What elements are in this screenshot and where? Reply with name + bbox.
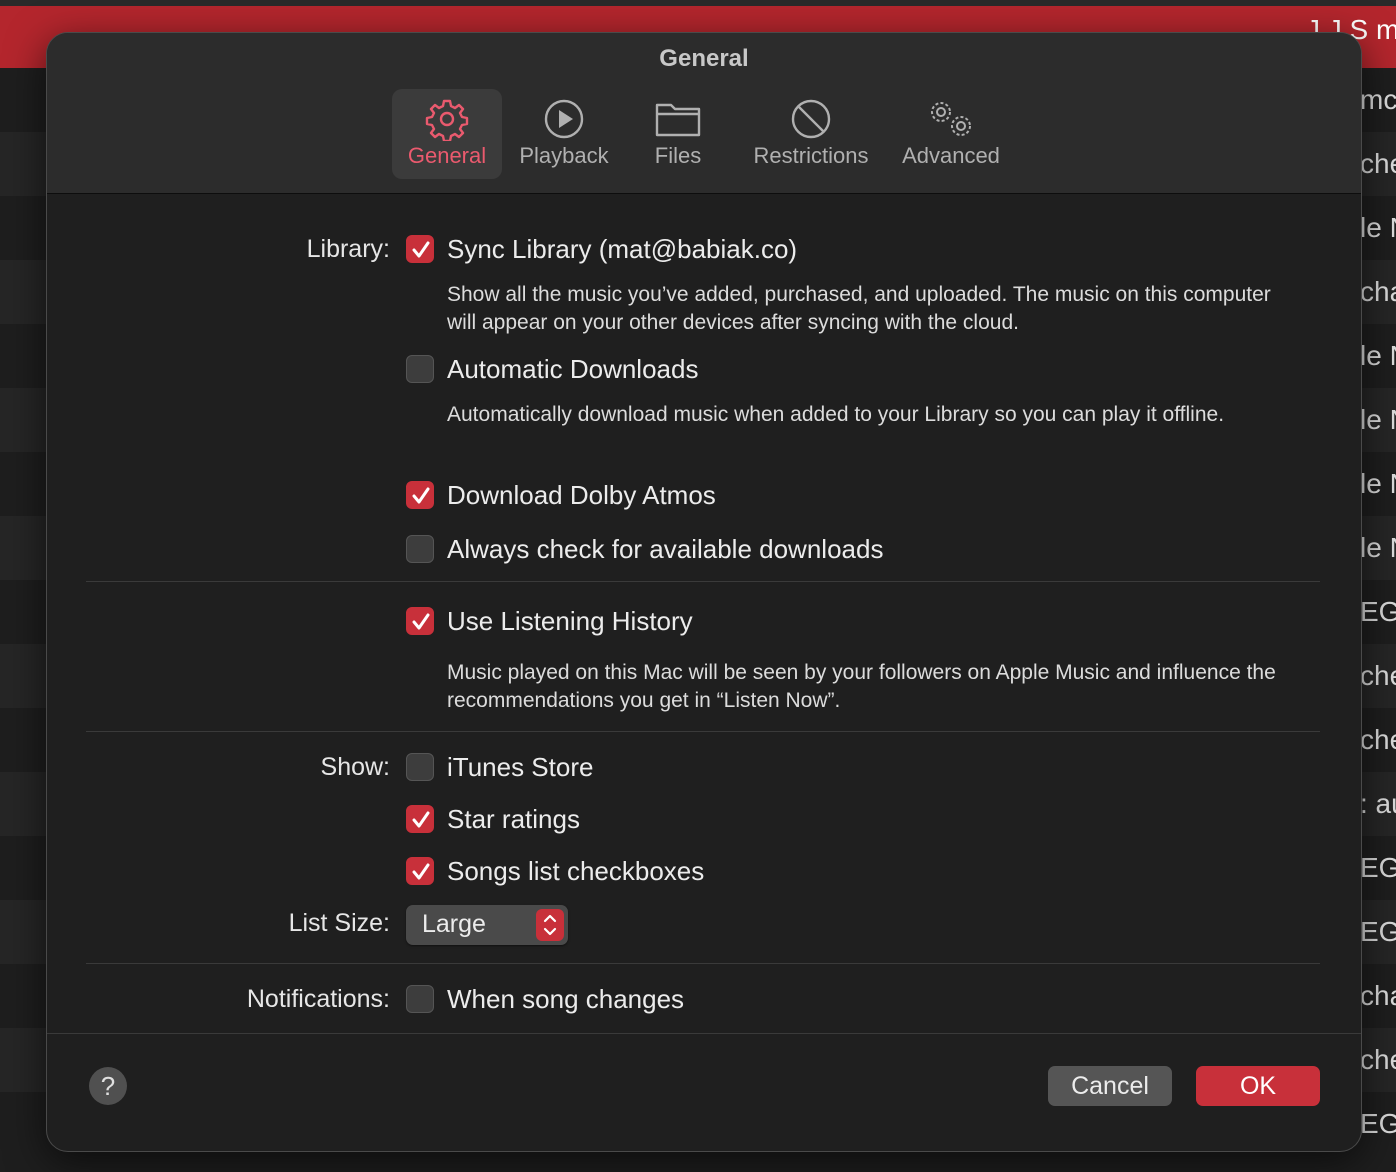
tab-playback[interactable]: Playback bbox=[509, 89, 619, 179]
tab-advanced-label: Advanced bbox=[902, 143, 1000, 168]
automatic-downloads-checkbox[interactable] bbox=[406, 355, 434, 383]
chevron-up-down-icon bbox=[536, 909, 564, 941]
list-size-popup[interactable]: Large bbox=[406, 905, 568, 945]
tab-files[interactable]: Files bbox=[633, 89, 723, 179]
background-row-text: cha bbox=[1360, 980, 1396, 1011]
tab-playback-label: Playback bbox=[519, 143, 609, 168]
help-button[interactable]: ? bbox=[89, 1067, 127, 1105]
notifications-label: Notifications: bbox=[246, 985, 390, 1013]
song-changes-label[interactable]: When song changes bbox=[447, 984, 684, 1015]
separator bbox=[86, 963, 1320, 964]
automatic-downloads-description: Automatically download music when added … bbox=[447, 403, 1225, 426]
itunes-store-checkbox[interactable] bbox=[406, 753, 434, 781]
background-row-text: : au bbox=[1360, 788, 1396, 819]
dolby-atmos-label[interactable]: Download Dolby Atmos bbox=[447, 480, 716, 511]
window-title: General bbox=[659, 45, 749, 72]
songs-list-checkboxes-checkbox[interactable] bbox=[406, 857, 434, 885]
background-row-text: EG . bbox=[1360, 596, 1396, 627]
folder-icon bbox=[654, 97, 702, 146]
separator bbox=[86, 731, 1320, 732]
restricted-icon bbox=[789, 97, 833, 146]
star-ratings-label[interactable]: Star ratings bbox=[447, 804, 580, 835]
listening-history-description: Music played on this Mac will be seen by… bbox=[447, 661, 1276, 712]
background-row-text: le N bbox=[1360, 468, 1396, 499]
tab-general-label: General bbox=[407, 143, 487, 168]
always-check-downloads-checkbox[interactable] bbox=[406, 535, 434, 563]
cancel-button[interactable]: Cancel bbox=[1048, 1066, 1172, 1106]
separator bbox=[86, 581, 1320, 582]
background-row-text: che bbox=[1360, 724, 1396, 755]
background-row-text: EG . bbox=[1360, 852, 1396, 883]
play-circle-icon bbox=[542, 97, 586, 146]
library-label: Library: bbox=[306, 235, 390, 263]
background-row-text: che bbox=[1360, 148, 1396, 179]
list-size-label: List Size: bbox=[288, 909, 390, 937]
listening-history-checkbox[interactable] bbox=[406, 607, 434, 635]
background-row-text: le N bbox=[1360, 404, 1396, 435]
footer-separator bbox=[47, 1033, 1361, 1034]
ok-button[interactable]: OK bbox=[1196, 1066, 1320, 1106]
tab-restrictions[interactable]: Restrictions bbox=[741, 89, 881, 179]
preferences-dialog: General General Playback Files Restricti… bbox=[46, 32, 1362, 1152]
background-row-text: le N bbox=[1360, 532, 1396, 563]
background-row-text: EG . bbox=[1360, 1108, 1396, 1139]
background-row-text: EG . bbox=[1360, 916, 1396, 947]
background-bottom bbox=[0, 1150, 1396, 1172]
song-changes-checkbox[interactable] bbox=[406, 985, 434, 1013]
automatic-downloads-label[interactable]: Automatic Downloads bbox=[447, 354, 698, 385]
background-row-text: che bbox=[1360, 1044, 1396, 1075]
dolby-atmos-checkbox[interactable] bbox=[406, 481, 434, 509]
background-row-text: che bbox=[1360, 660, 1396, 691]
star-ratings-checkbox[interactable] bbox=[406, 805, 434, 833]
sync-library-description: Show all the music you’ve added, purchas… bbox=[447, 283, 1271, 334]
background-row-text: cha bbox=[1360, 276, 1396, 307]
list-size-value: Large bbox=[422, 910, 486, 938]
tab-files-label: Files bbox=[654, 143, 702, 168]
tab-restrictions-label: Restrictions bbox=[753, 143, 869, 168]
tab-general[interactable]: General bbox=[392, 89, 502, 179]
always-check-downloads-label[interactable]: Always check for available downloads bbox=[447, 534, 883, 565]
preferences-content: Library: Sync Library (mat@babiak.co) Sh… bbox=[47, 194, 1361, 1034]
preferences-toolbar: General General Playback Files Restricti… bbox=[47, 33, 1361, 194]
tab-advanced[interactable]: Advanced bbox=[891, 89, 1011, 179]
background-row-text: le N bbox=[1360, 212, 1396, 243]
sync-library-checkbox[interactable] bbox=[406, 235, 434, 263]
itunes-store-label[interactable]: iTunes Store bbox=[447, 752, 593, 783]
show-label: Show: bbox=[320, 753, 390, 781]
background-title-strip bbox=[0, 0, 1396, 6]
background-row-text: mc bbox=[1360, 84, 1396, 115]
gear-icon bbox=[425, 97, 469, 146]
songs-list-checkboxes-label[interactable]: Songs list checkboxes bbox=[447, 856, 704, 887]
sync-library-label[interactable]: Sync Library (mat@babiak.co) bbox=[447, 234, 797, 265]
background-row-text: le N bbox=[1360, 340, 1396, 371]
listening-history-label[interactable]: Use Listening History bbox=[447, 606, 693, 637]
gears-icon bbox=[923, 97, 979, 146]
